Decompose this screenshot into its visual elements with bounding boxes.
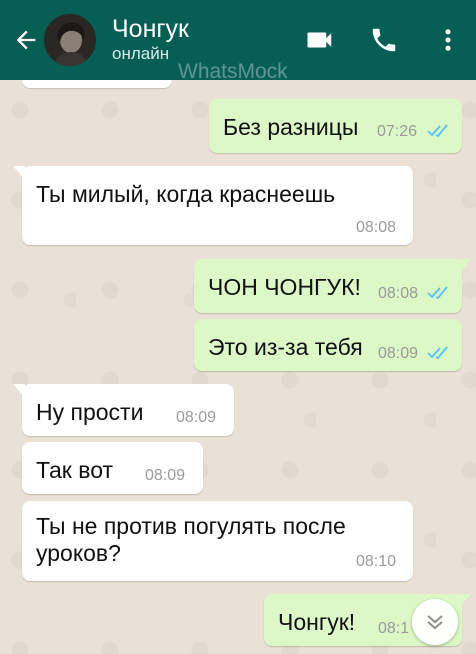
message-text: Ты милый, когда краснеешь bbox=[36, 181, 336, 207]
avatar-image bbox=[44, 14, 96, 66]
message-bubble-incoming[interactable]: Ты милый, когда краснеешь 08:08 bbox=[13, 166, 413, 245]
message-text: Ну прости bbox=[36, 399, 144, 425]
contact-name: Чонгук bbox=[112, 15, 189, 43]
message-bubble-incoming[interactable]: Ты не против погулять после уроков? 08:1… bbox=[22, 501, 413, 581]
message-bubble-incoming[interactable]: Ну прости 08:09 bbox=[13, 384, 234, 436]
message-bubble-outgoing[interactable]: Это из-за тебя 08:09 bbox=[194, 319, 462, 371]
header-actions bbox=[296, 16, 476, 64]
message-text: Без разницы bbox=[223, 114, 359, 140]
scroll-to-bottom-button[interactable] bbox=[412, 599, 458, 645]
message-time: 08:08 bbox=[356, 219, 397, 236]
message-time: 08:10 bbox=[356, 553, 397, 570]
message-time: 08:08 bbox=[378, 285, 419, 302]
message-bubble-outgoing[interactable]: ЧОН ЧОНГУК! 08:08 bbox=[194, 259, 471, 313]
video-call-button[interactable] bbox=[296, 16, 344, 64]
bubble-tail bbox=[13, 384, 25, 398]
watermark: WhatsMock bbox=[178, 60, 288, 83]
back-button[interactable] bbox=[8, 15, 44, 65]
avatar[interactable] bbox=[44, 14, 96, 66]
more-options-button[interactable] bbox=[424, 16, 472, 64]
message-time: 08:1 bbox=[378, 620, 410, 637]
message-time: 08:09 bbox=[378, 345, 419, 362]
video-call-icon bbox=[307, 32, 332, 48]
chevron-double-down-icon bbox=[427, 615, 443, 630]
message-bubble-outgoing[interactable]: Без разницы 07:26 bbox=[209, 99, 462, 153]
bubble-tail bbox=[459, 594, 471, 608]
message-text: ЧОН ЧОНГУК! bbox=[208, 274, 361, 300]
read-ticks-icon bbox=[427, 346, 448, 360]
message-text-line-2: уроков? bbox=[36, 540, 121, 566]
bubble-tail bbox=[459, 259, 471, 273]
message-text: Чонгук! bbox=[278, 609, 356, 635]
phone-icon bbox=[372, 28, 396, 52]
message-text: Это из-за тебя bbox=[208, 334, 363, 360]
back-arrow-icon bbox=[16, 30, 36, 50]
read-ticks-icon bbox=[427, 124, 448, 138]
message-text-line-1: Ты не против погулять после bbox=[36, 513, 346, 539]
voice-call-button[interactable] bbox=[360, 16, 408, 64]
contact-title[interactable]: Чонгук онлайн bbox=[112, 15, 189, 65]
message-text: Так вот bbox=[36, 457, 114, 483]
read-ticks-icon bbox=[427, 286, 448, 300]
message-time: 07:26 bbox=[377, 123, 418, 140]
message-time: 08:09 bbox=[176, 409, 217, 426]
message-bubble-incoming[interactable]: Так вот 08:09 bbox=[22, 442, 203, 494]
more-vert-icon bbox=[445, 29, 451, 51]
message-time: 08:09 bbox=[145, 467, 186, 484]
bubble-tail bbox=[13, 166, 25, 180]
